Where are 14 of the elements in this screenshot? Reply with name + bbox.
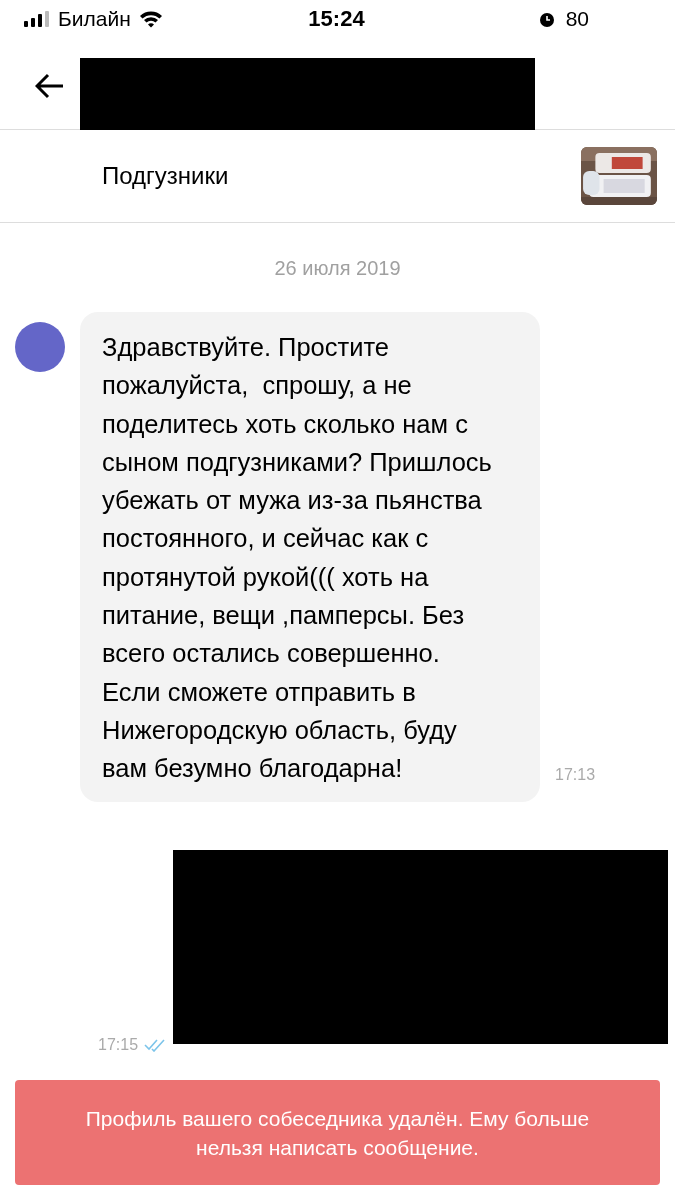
date-label: 26 июля 2019	[273, 257, 402, 280]
message-time: 17:15	[98, 1035, 139, 1054]
signal-icon	[24, 11, 50, 27]
message-text: Здравствуйте. Простите пожалуйста, спрошу, а не поделитесь хоть сколько нам с сыном подгузниками? Пришлось убежать от мужа из-за пьянства постоянного, и сейчас как с протянутой рукой((( хоть на питание, вещи ,памперсы. Без всего остались совершенно. Если сможете отправить в Нижегородскую область, буду вам безумно благодарна!	[102, 332, 493, 785]
message-time: 17:13	[555, 765, 596, 784]
toast-message: Профиль вашего собеседника удалён. Ему больше нельзя написать сообщение.	[84, 1105, 591, 1161]
wifi-icon	[138, 10, 163, 28]
listing-title[interactable]: Подгузники	[102, 162, 229, 190]
back-arrow-icon[interactable]	[35, 73, 65, 99]
alarm-icon	[537, 10, 556, 28]
battery-percent: 80	[565, 7, 589, 31]
clock-time: 15:24	[308, 6, 365, 32]
avatar	[15, 322, 65, 372]
carrier-name: Билайн	[58, 7, 131, 31]
